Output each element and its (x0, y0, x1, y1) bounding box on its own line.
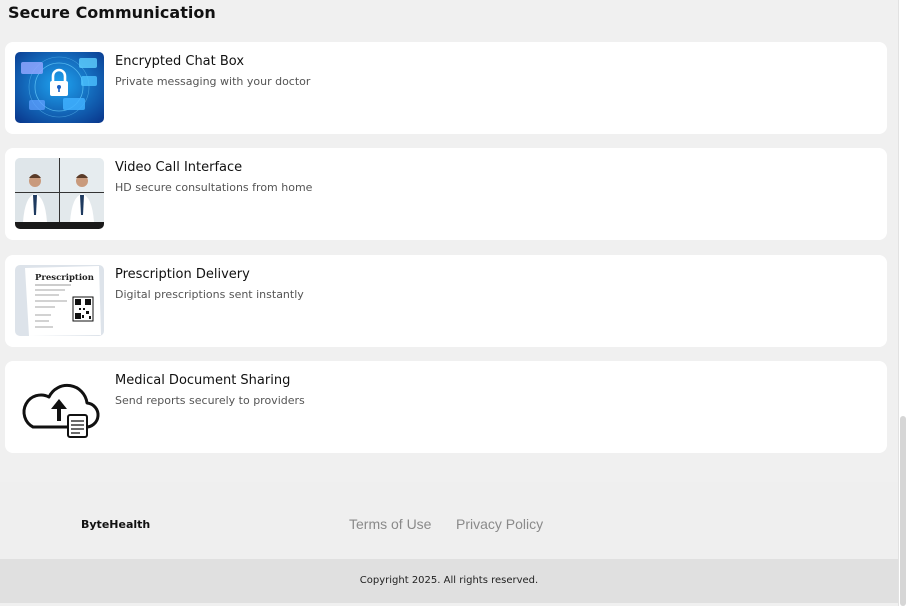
video-call-image (15, 158, 104, 229)
card-description: Private messaging with your doctor (115, 75, 311, 88)
card-title: Prescription Delivery (115, 267, 250, 282)
video-call-illustration (15, 158, 104, 229)
prescription-label: Prescription (35, 273, 94, 283)
terms-of-use-link[interactable]: Terms of Use (349, 516, 431, 532)
cloud-document-illustration (15, 371, 104, 442)
card-encrypted-chat[interactable]: Encrypted Chat Box Private messaging wit… (5, 42, 887, 134)
page: Secure Communication Encrypted Chat Box … (0, 0, 898, 606)
lock-chat-illustration (15, 52, 104, 123)
footer: ByteHealth Terms of Use Privacy Policy (0, 482, 898, 559)
vertical-scrollbar[interactable] (898, 0, 906, 606)
card-video-call[interactable]: Video Call Interface HD secure consultat… (5, 148, 887, 240)
prescription-illustration: Prescription (15, 265, 104, 336)
privacy-policy-link[interactable]: Privacy Policy (456, 516, 543, 532)
encrypted-chat-image (15, 52, 104, 123)
copyright-bar: Copyright 2025. All rights reserved. (0, 559, 898, 603)
card-prescription-delivery[interactable]: Prescription Prescription Delivery Digit… (5, 255, 887, 347)
card-title: Video Call Interface (115, 160, 243, 175)
card-medical-document-sharing[interactable]: Medical Document Sharing Send reports se… (5, 361, 887, 453)
prescription-image: Prescription (15, 265, 104, 336)
section-title: Secure Communication (8, 3, 216, 22)
copyright-text: Copyright 2025. All rights reserved. (359, 575, 539, 586)
card-description: Send reports securely to providers (115, 394, 305, 407)
card-title: Medical Document Sharing (115, 373, 291, 388)
card-description: HD secure consultations from home (115, 181, 313, 194)
footer-brand: ByteHealth (81, 518, 151, 531)
cloud-upload-icon (15, 371, 104, 442)
scrollbar-thumb[interactable] (900, 416, 906, 606)
card-description: Digital prescriptions sent instantly (115, 288, 304, 301)
card-title: Encrypted Chat Box (115, 54, 245, 69)
